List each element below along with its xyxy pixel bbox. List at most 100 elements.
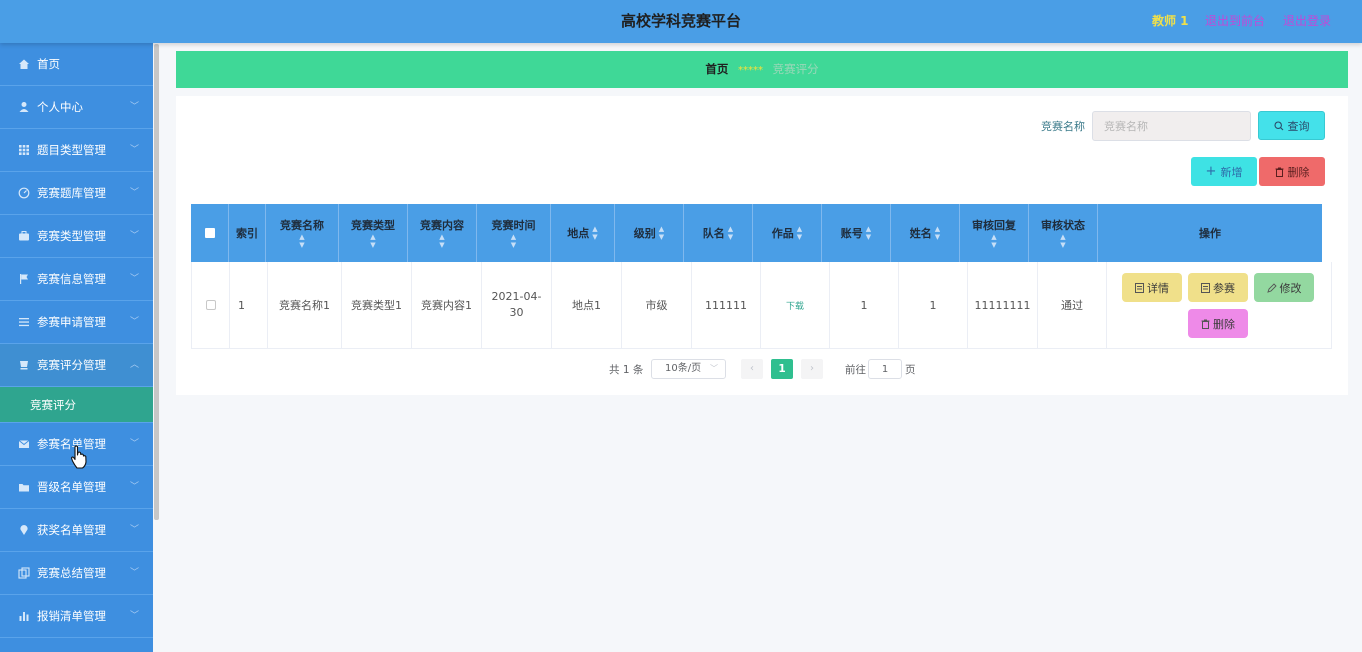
column-header-location[interactable]: 地点 ▲ ▼: [551, 204, 615, 262]
cell-location: 地点1: [552, 262, 622, 348]
query-button[interactable]: 查询: [1258, 111, 1325, 140]
column-header-name[interactable]: 竞赛名称 ▲ ▼: [266, 204, 339, 262]
sort-icon: ▲ ▼: [510, 233, 517, 249]
sidebar-item-label: 获奖名单管理: [37, 523, 106, 537]
cell-level: 市级: [622, 262, 692, 348]
page-size-select[interactable]: 10条/页 ﹀: [651, 359, 726, 379]
top-header: 高校学科竞赛平台 教师 1 退出到前台 退出登录: [0, 0, 1362, 43]
current-user: 教师 1: [1152, 14, 1189, 28]
cell-index: 1: [230, 262, 268, 348]
column-label: 审核回复: [972, 219, 1016, 232]
download-link[interactable]: 下载: [786, 299, 804, 312]
cell-realname: 1: [899, 262, 968, 348]
grid-icon: [19, 145, 29, 155]
sort-icon: ▲ ▼: [439, 233, 445, 249]
column-header-team[interactable]: 队名 ▲ ▼: [684, 204, 753, 262]
sidebar-item-applications[interactable]: 参赛申请管理 ﹀: [0, 301, 153, 344]
sidebar-item-question-types[interactable]: 题目类型管理 ﹀: [0, 129, 153, 172]
chevron-down-icon: ﹀: [129, 482, 139, 492]
table-header: 索引 竞赛名称 ▲ ▼ 竞赛类型 ▲ ▼ 竞赛内容 ▲ ▼ 竞赛时间 ▲ ▼ 地点 ▲ ▼ 级别 ▲ ▼…: [191, 204, 1322, 262]
column-header-work[interactable]: 作品 ▲ ▼: [753, 204, 822, 262]
column-label: 竞赛时间: [491, 219, 536, 232]
column-header-time[interactable]: 竞赛时间 ▲ ▼: [477, 204, 551, 262]
sidebar-item-label: 报销清单管理: [37, 609, 106, 623]
sidebar-item-awards[interactable]: 获奖名单管理 ﹀: [0, 509, 153, 552]
chevron-down-icon: ﹀: [129, 439, 139, 449]
sidebar-item-label: 竞赛总结管理: [37, 566, 106, 580]
add-button[interactable]: + 新增: [1191, 157, 1257, 186]
detail-button-label: 详情: [1147, 281, 1169, 295]
sidebar-scrollbar[interactable]: [154, 44, 159, 520]
select-all-checkbox[interactable]: [204, 228, 215, 238]
bar-chart-icon: [19, 612, 29, 621]
edit-button-label: 修改: [1279, 281, 1302, 295]
sidebar-item-profile[interactable]: 个人中心 ﹀: [0, 86, 153, 129]
folder-icon: [19, 484, 29, 492]
column-header-realname[interactable]: 姓名 ▲ ▼: [891, 204, 960, 262]
column-label: 操作: [1199, 227, 1221, 240]
sidebar-item-label: 竞赛题库管理: [37, 186, 106, 200]
logout-link[interactable]: 退出登录: [1283, 0, 1331, 43]
location-icon: [20, 525, 28, 535]
sort-icon: ▲ ▼: [299, 233, 305, 249]
sidebar-item-home[interactable]: 首页: [0, 43, 153, 86]
page-number-current[interactable]: 1: [771, 359, 793, 379]
edit-button[interactable]: 修改: [1254, 273, 1314, 302]
sidebar-item-promotion[interactable]: 晋级名单管理 ﹀: [0, 466, 153, 509]
mail-icon: [18, 440, 30, 448]
delete-button[interactable]: 删除: [1259, 157, 1325, 186]
cell-work: 下载: [761, 262, 830, 348]
prev-page-button[interactable]: ‹: [741, 359, 763, 379]
search-input[interactable]: [1092, 111, 1251, 141]
sidebar-item-label: 竞赛类型管理: [37, 229, 106, 243]
cup-icon: [20, 361, 28, 370]
row-select-cell: [192, 262, 230, 348]
column-header-type[interactable]: 竞赛类型 ▲ ▼: [339, 204, 408, 262]
column-label: 作品: [771, 227, 794, 240]
home-icon: [19, 59, 29, 69]
sidebar: 首页 个人中心 ﹀ 题目类型管理 ﹀ 竞赛题库管理 ﹀ 竞赛类型管理 ﹀ 竞赛信…: [0, 43, 153, 652]
sidebar-item-label: 参赛申请管理: [37, 315, 106, 329]
sidebar-item-contest-types[interactable]: 竞赛类型管理 ﹀: [0, 215, 153, 258]
column-label: 竞赛名称: [280, 219, 324, 232]
next-page-button[interactable]: ›: [801, 359, 823, 379]
cell-operations: 详情 参赛 修改 删除: [1107, 262, 1331, 348]
document-icon: [1135, 282, 1144, 293]
sidebar-item-question-bank[interactable]: 竞赛题库管理 ﹀: [0, 172, 153, 215]
column-label: 竞赛内容: [420, 219, 464, 232]
breadcrumb-home[interactable]: 首页: [705, 62, 728, 76]
goto-page-input[interactable]: [868, 359, 902, 379]
column-header-review-reply[interactable]: 审核回复 ▲ ▼: [960, 204, 1029, 262]
cell-team: 111111: [692, 262, 761, 348]
breadcrumb: 首页 ***** 竞赛评分: [176, 51, 1348, 88]
column-header-level[interactable]: 级别 ▲ ▼: [615, 204, 684, 262]
sidebar-item-scoring[interactable]: 竞赛评分管理 ︿: [0, 344, 153, 387]
join-button[interactable]: 参赛: [1188, 273, 1248, 302]
column-label: 姓名: [909, 227, 932, 240]
sort-icon: ▲ ▼: [934, 225, 941, 241]
column-header-review-status[interactable]: 审核状态 ▲ ▼: [1029, 204, 1098, 262]
chevron-right-icon: ›: [810, 363, 814, 374]
column-header-account[interactable]: 账号 ▲ ▼: [822, 204, 891, 262]
row-checkbox[interactable]: [205, 300, 216, 310]
sidebar-subitem-scoring[interactable]: 竞赛评分: [0, 387, 153, 423]
column-header-content[interactable]: 竞赛内容 ▲ ▼: [408, 204, 477, 262]
sidebar-item-summary[interactable]: 竞赛总结管理 ﹀: [0, 552, 153, 595]
column-header-index: 索引: [229, 204, 266, 262]
chevron-down-icon: ﹀: [129, 145, 139, 155]
hand-cursor-icon: [70, 445, 87, 469]
row-delete-button[interactable]: 删除: [1188, 309, 1248, 338]
row-delete-button-label: 删除: [1213, 317, 1235, 331]
table-row: 1 竞赛名称1 竞赛类型1 竞赛内容1 2021-04-30 地点1 市级 11…: [191, 262, 1332, 349]
cell-content: 竞赛内容1: [412, 262, 482, 348]
sidebar-item-contest-info[interactable]: 竞赛信息管理 ﹀: [0, 258, 153, 301]
pagination-total: 共 1 条: [609, 364, 644, 376]
chevron-down-icon: ﹀: [129, 188, 139, 198]
sidebar-item-label: 竞赛评分管理: [37, 358, 106, 372]
cell-account: 1: [830, 262, 899, 348]
back-to-front-link[interactable]: 退出到前台: [1205, 0, 1265, 43]
detail-button[interactable]: 详情: [1122, 273, 1182, 302]
chevron-down-icon: ﹀: [129, 274, 139, 284]
add-button-label: 新增: [1220, 165, 1243, 179]
sidebar-item-reimbursement[interactable]: 报销清单管理 ﹀: [0, 595, 153, 638]
